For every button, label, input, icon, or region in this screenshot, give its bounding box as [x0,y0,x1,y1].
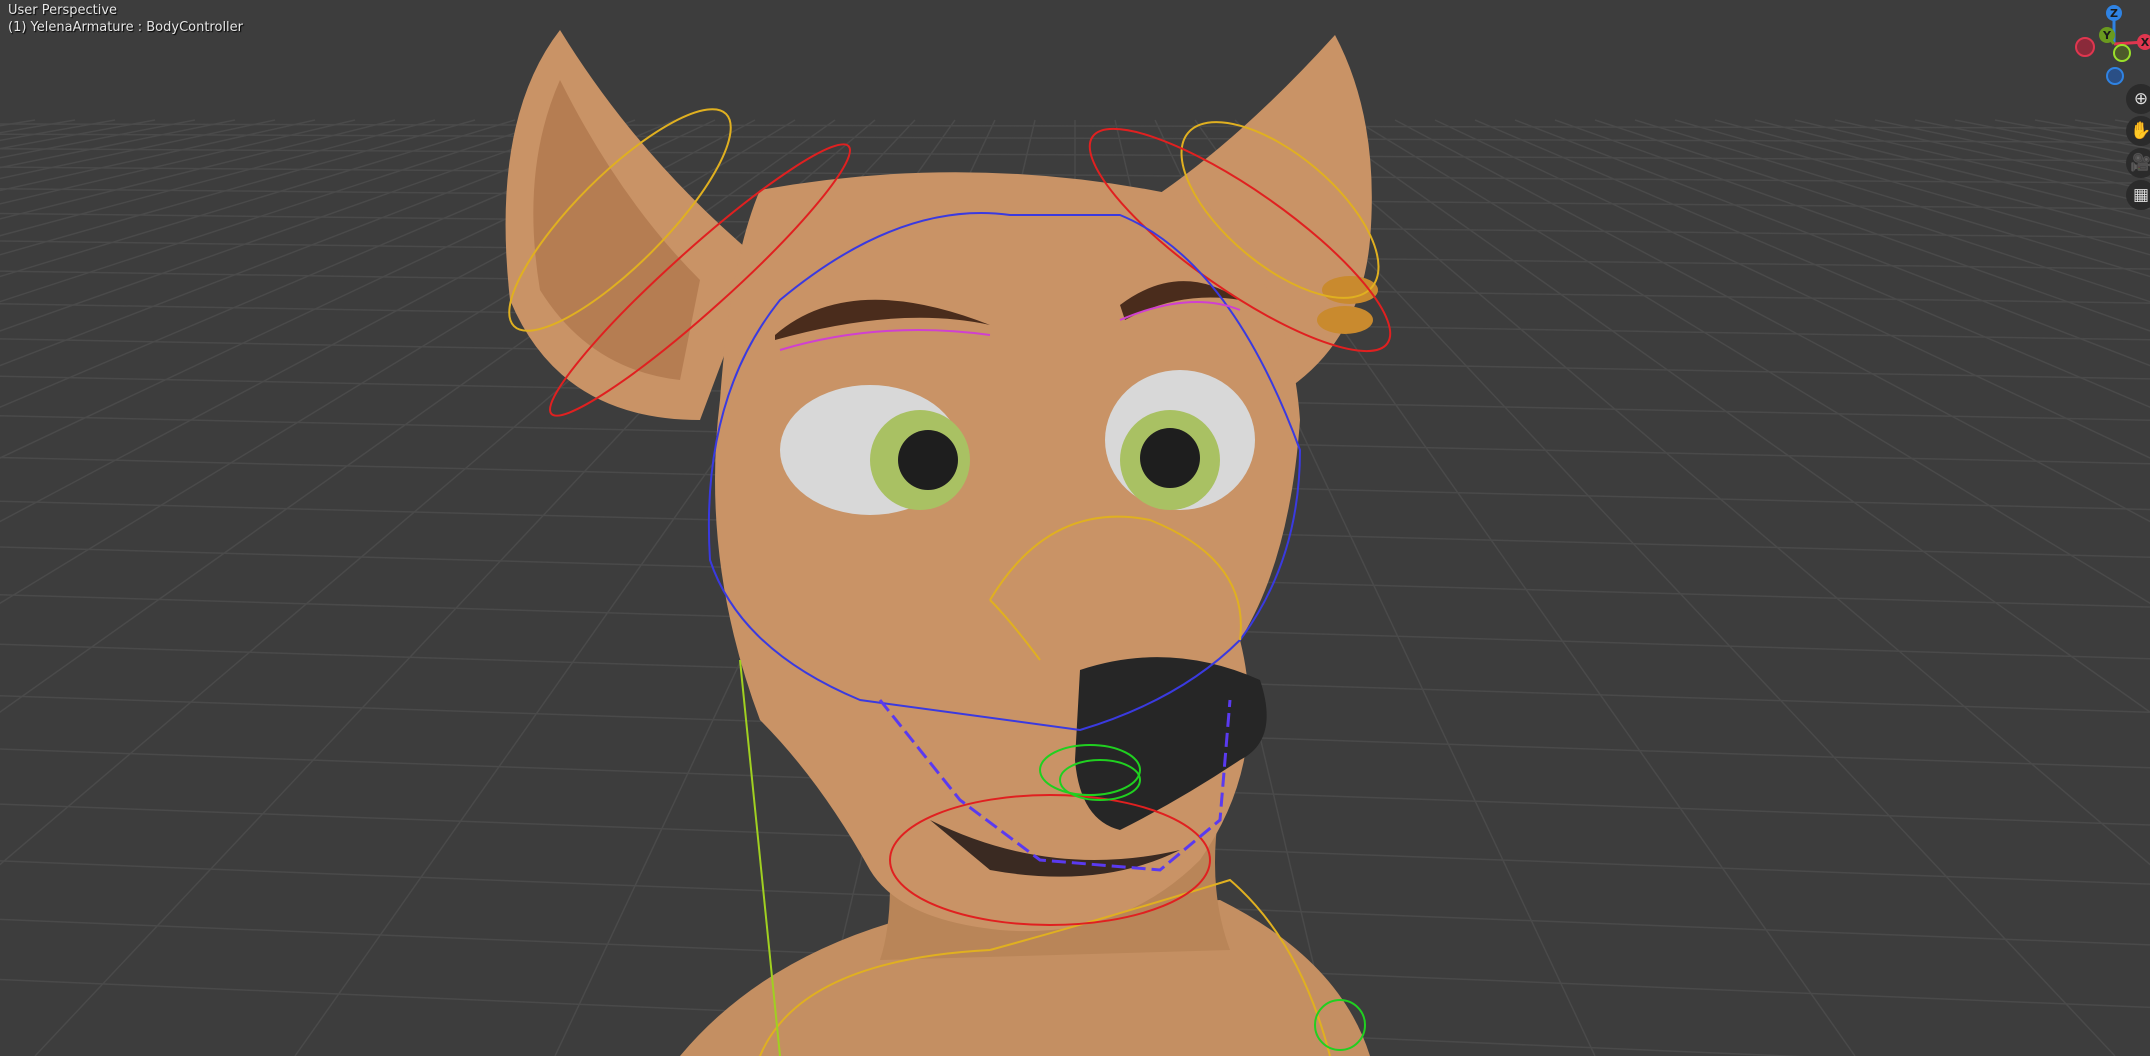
gizmo-y[interactable]: Y [2099,27,2115,43]
gizmo-neg-x[interactable] [2075,37,2095,57]
gizmo-x[interactable]: X [2137,34,2150,50]
pan-button[interactable]: ✋ [2126,116,2150,146]
gizmo-axes [2105,13,2146,46]
zoom-button[interactable]: ⊕ [2126,84,2150,114]
camera-button[interactable]: 🎥 [2126,148,2150,178]
perspective-toggle-button[interactable]: ▦ [2126,180,2150,210]
grid-icon: ▦ [2132,185,2150,205]
view-name-label: User Perspective [8,3,118,18]
gizmo-neg-z[interactable] [2106,67,2124,85]
3d-viewport[interactable] [0,0,2150,1056]
zoom-icon: ⊕ [2133,89,2149,109]
hand-icon: ✋ [2130,121,2150,141]
gizmo-z[interactable]: Z [2106,5,2122,21]
gizmo-neg-y[interactable] [2113,44,2131,62]
camera-icon: 🎥 [2130,153,2150,173]
active-object-label: (1) YelenaArmature : BodyController [8,20,244,35]
